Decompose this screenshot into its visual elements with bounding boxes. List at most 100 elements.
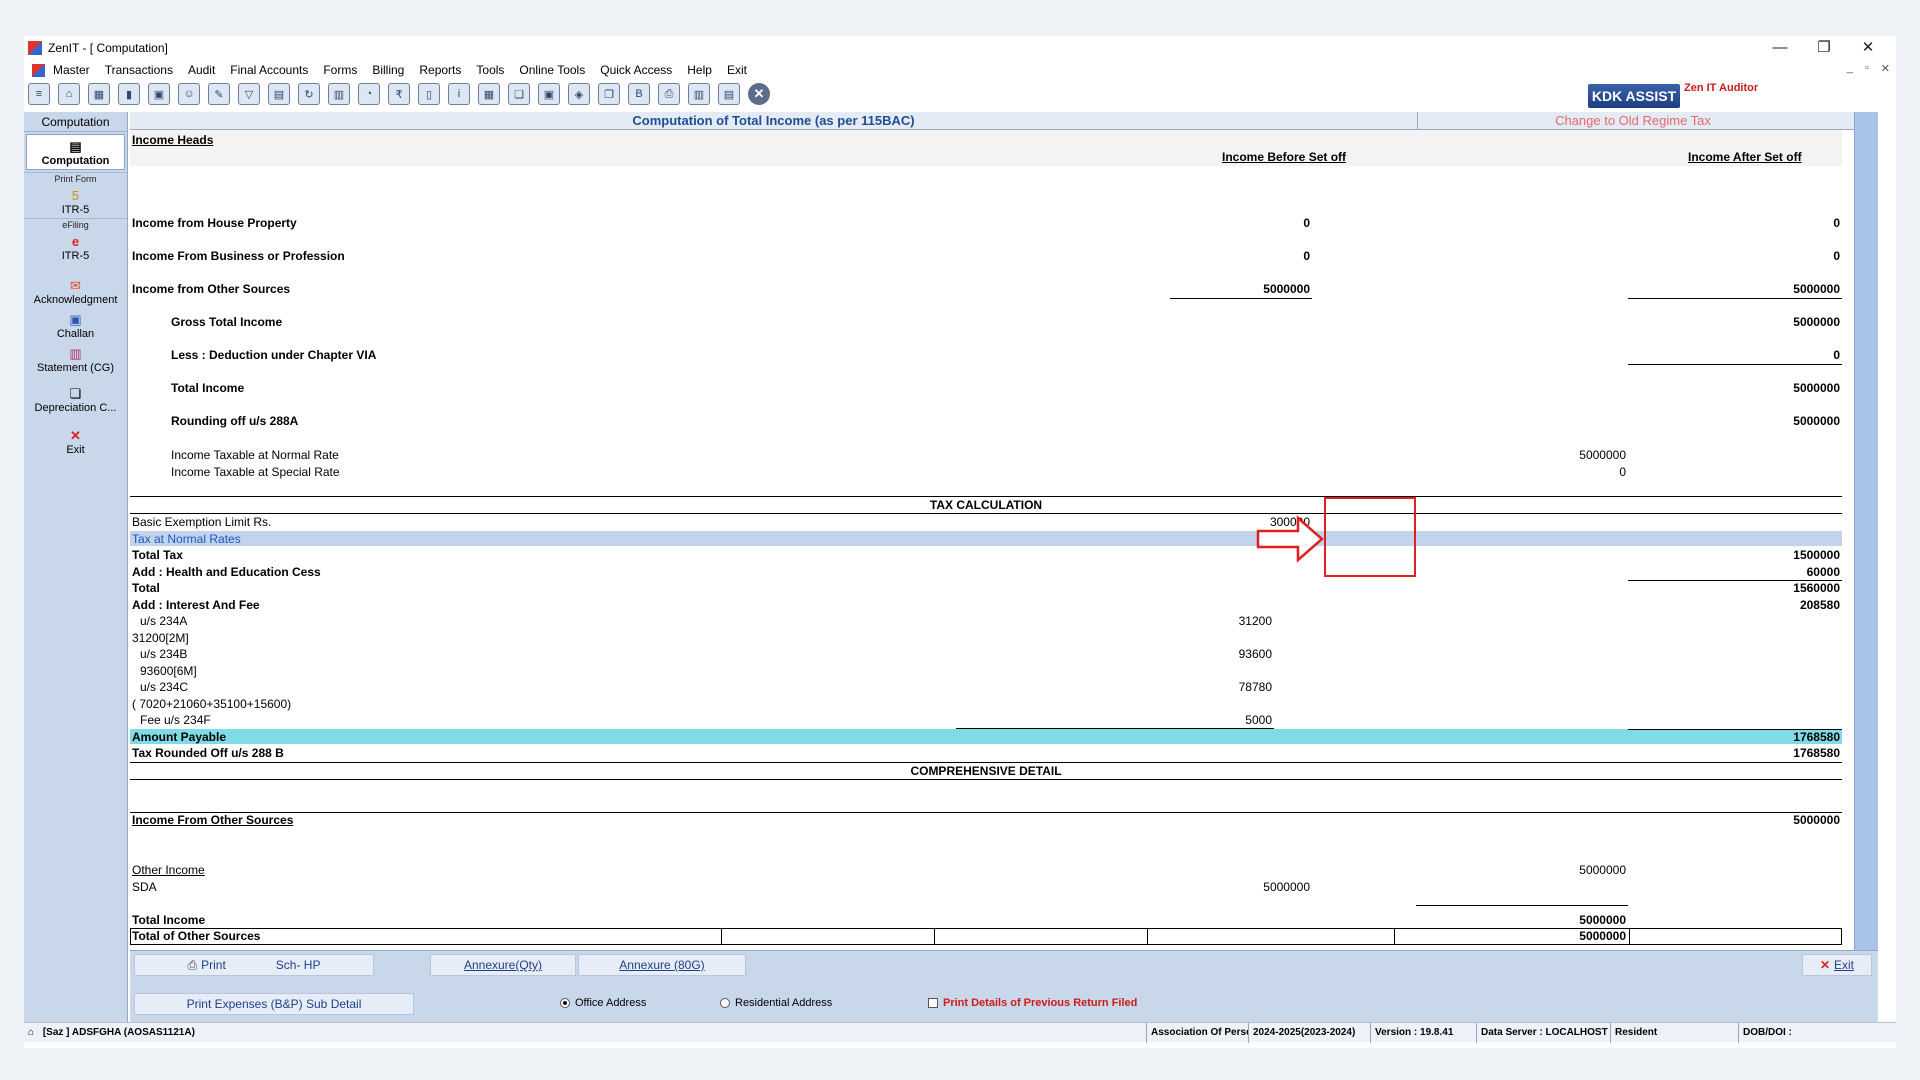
status-user-text: [Saz ] ADSFGHA (AOSAS1121A) bbox=[42, 1027, 195, 1038]
user-icon: ⌂ bbox=[28, 1027, 35, 1038]
comp-total-income-value: 5000000 bbox=[1579, 913, 1626, 927]
title-bar: ZenIT - [ Computation] — ❐ ✕ bbox=[24, 36, 1896, 60]
vertical-scrollbar[interactable] bbox=[1854, 112, 1878, 950]
menu-billing[interactable]: Billing bbox=[372, 63, 404, 77]
exit-icon: ✕ bbox=[1819, 958, 1831, 972]
print-expenses-button[interactable]: Print Expenses (B&P) Sub Detail bbox=[134, 993, 414, 1015]
menu-master[interactable]: Master bbox=[53, 63, 90, 77]
other-sources-before: 5000000 bbox=[1263, 282, 1310, 296]
save-icon[interactable]: ▤ bbox=[268, 83, 290, 105]
filter-icon[interactable]: ▽ bbox=[238, 83, 260, 105]
home-icon[interactable]: ⌂ bbox=[58, 83, 80, 105]
menu-tools[interactable]: Tools bbox=[476, 63, 504, 77]
menu-reports[interactable]: Reports bbox=[419, 63, 461, 77]
normal-rates-label[interactable]: Tax at Normal Rates bbox=[132, 532, 241, 546]
document-icon[interactable]: ❏ bbox=[508, 83, 530, 105]
print-button[interactable]: ⎙ Print Sch- HP bbox=[134, 954, 374, 976]
tax-icon[interactable]: ₹ bbox=[388, 83, 410, 105]
sidebar-item-depreciation[interactable]: ❏ Depreciation C... bbox=[24, 382, 127, 416]
bs-icon[interactable]: B bbox=[628, 83, 650, 105]
menu-audit[interactable]: Audit bbox=[188, 63, 215, 77]
sidebar-item-label: Computation bbox=[41, 155, 110, 167]
ledger-icon[interactable]: ▤ bbox=[718, 83, 740, 105]
house-property-after: 0 bbox=[1833, 216, 1840, 230]
s234a-label: u/s 234A bbox=[140, 614, 188, 628]
s234c-detail: ( 7020+21060+35100+15600) bbox=[132, 697, 292, 711]
sch-hp-label[interactable]: Sch- HP bbox=[276, 958, 321, 972]
divider bbox=[1628, 729, 1842, 730]
printer-icon[interactable]: ⎙ bbox=[658, 83, 680, 105]
business-label: Income From Business or Profession bbox=[132, 249, 345, 263]
sidebar-heading: Computation bbox=[24, 112, 127, 132]
menu-online-tools[interactable]: Online Tools bbox=[519, 63, 585, 77]
s234b-detail: 93600[6M] bbox=[140, 664, 197, 678]
total-label: Total bbox=[132, 581, 160, 595]
grid-icon[interactable]: ▦ bbox=[478, 83, 500, 105]
shield-icon[interactable]: ◈ bbox=[568, 83, 590, 105]
challan-icon: ▣ bbox=[69, 312, 82, 327]
close-button[interactable]: ✕ bbox=[1846, 36, 1890, 60]
minimize-button[interactable]: — bbox=[1758, 36, 1802, 60]
tools-icon[interactable]: ✎ bbox=[208, 83, 230, 105]
computation-icon: ▤ bbox=[69, 139, 82, 154]
window-title: ZenIT - [ Computation] bbox=[48, 41, 168, 55]
divider bbox=[1170, 298, 1312, 299]
sidebar-item-acknowledgment[interactable]: ✉ Acknowledgment bbox=[24, 274, 127, 308]
sidebar-item-label: Exit bbox=[66, 444, 85, 456]
toolbar-close-icon[interactable]: ✕ bbox=[748, 83, 770, 105]
sidebar-item-computation[interactable]: ▤ Computation bbox=[26, 134, 125, 170]
change-regime-link[interactable]: Change to Old Regime Tax bbox=[1420, 112, 1846, 130]
bar-chart-icon[interactable]: ▮ bbox=[118, 83, 140, 105]
annexure-qty-button[interactable]: Annexure(Qty) bbox=[430, 954, 576, 976]
menu-quick-access[interactable]: Quick Access bbox=[600, 63, 672, 77]
special-rate-label: Income Taxable at Special Rate bbox=[171, 465, 340, 479]
info-icon[interactable]: i bbox=[448, 83, 470, 105]
residential-address-radio[interactable]: Residential Address bbox=[720, 997, 832, 1009]
list-icon[interactable]: ≡ bbox=[28, 83, 50, 105]
status-version: Version : 19.8.41 bbox=[1370, 1023, 1476, 1043]
sidebar-item-exit[interactable]: ✕ Exit bbox=[24, 424, 127, 458]
residential-address-label: Residential Address bbox=[735, 997, 833, 1009]
sda-value: 5000000 bbox=[1263, 880, 1310, 894]
menu-transactions[interactable]: Transactions bbox=[105, 63, 173, 77]
sidebar-item-print-itr5[interactable]: 5 ITR-5 bbox=[24, 184, 127, 218]
ios-value: 5000000 bbox=[1793, 813, 1840, 827]
book-icon[interactable]: ▯ bbox=[418, 83, 440, 105]
toolbar: ≡ ⌂ ▦ ▮ ▣ ☺ ✎ ▽ ▤ ↻ ▥ ◔ ₹ ▯ i ▦ ❏ ▣ ◈ ❐ … bbox=[24, 80, 1896, 108]
restore-button[interactable]: ❐ bbox=[1802, 36, 1846, 60]
office-address-radio[interactable]: Office Address bbox=[560, 997, 646, 1009]
selected-row-highlight bbox=[130, 531, 1842, 546]
kdk-assist-button[interactable]: KDK ASSIST bbox=[1588, 84, 1680, 108]
table-icon[interactable]: ▦ bbox=[88, 83, 110, 105]
calendar-icon[interactable]: ▣ bbox=[148, 83, 170, 105]
menu-help[interactable]: Help bbox=[687, 63, 712, 77]
mdi-restore-button[interactable]: ▫ bbox=[1865, 62, 1869, 75]
pie-icon[interactable]: ◔ bbox=[358, 83, 380, 105]
mdi-close-button[interactable]: ✕ bbox=[1881, 62, 1890, 75]
zen-it-auditor-link[interactable]: Zen IT Auditor bbox=[1684, 82, 1758, 94]
sidebar-item-statement-cg[interactable]: ▥ Statement (CG) bbox=[24, 342, 127, 376]
amount-payable-value: 1768580 bbox=[1793, 730, 1840, 744]
menu-exit[interactable]: Exit bbox=[727, 63, 747, 77]
total-value: 1560000 bbox=[1793, 581, 1840, 595]
sidebar-item-challan[interactable]: ▣ Challan bbox=[24, 308, 127, 342]
print-previous-return-checkbox[interactable]: Print Details of Previous Return Filed bbox=[928, 997, 1137, 1009]
total-income-value: 5000000 bbox=[1793, 381, 1840, 395]
sidebar-caption-print-form: Print Form bbox=[24, 172, 127, 184]
menu-forms[interactable]: Forms bbox=[323, 63, 357, 77]
tax-rounded-label: Tax Rounded Off u/s 288 B bbox=[132, 746, 284, 760]
sidebar-item-efiling-itr5[interactable]: e ITR-5 bbox=[24, 230, 127, 264]
barcode-icon[interactable]: ▥ bbox=[688, 83, 710, 105]
cess-value: 60000 bbox=[1806, 565, 1840, 579]
mdi-minimize-button[interactable]: _ bbox=[1847, 62, 1853, 75]
calculator-icon[interactable]: ▥ bbox=[328, 83, 350, 105]
annexure-80g-button[interactable]: Annexure (80G) bbox=[578, 954, 746, 976]
date-icon[interactable]: ▣ bbox=[538, 83, 560, 105]
copy-icon[interactable]: ❐ bbox=[598, 83, 620, 105]
menu-final-accounts[interactable]: Final Accounts bbox=[230, 63, 308, 77]
statement-icon: ▥ bbox=[69, 346, 82, 361]
refresh-icon[interactable]: ↻ bbox=[298, 83, 320, 105]
exit-button[interactable]: ✕ Exit bbox=[1802, 954, 1872, 976]
efiling-icon: e bbox=[71, 234, 80, 249]
group-icon[interactable]: ☺ bbox=[178, 83, 200, 105]
